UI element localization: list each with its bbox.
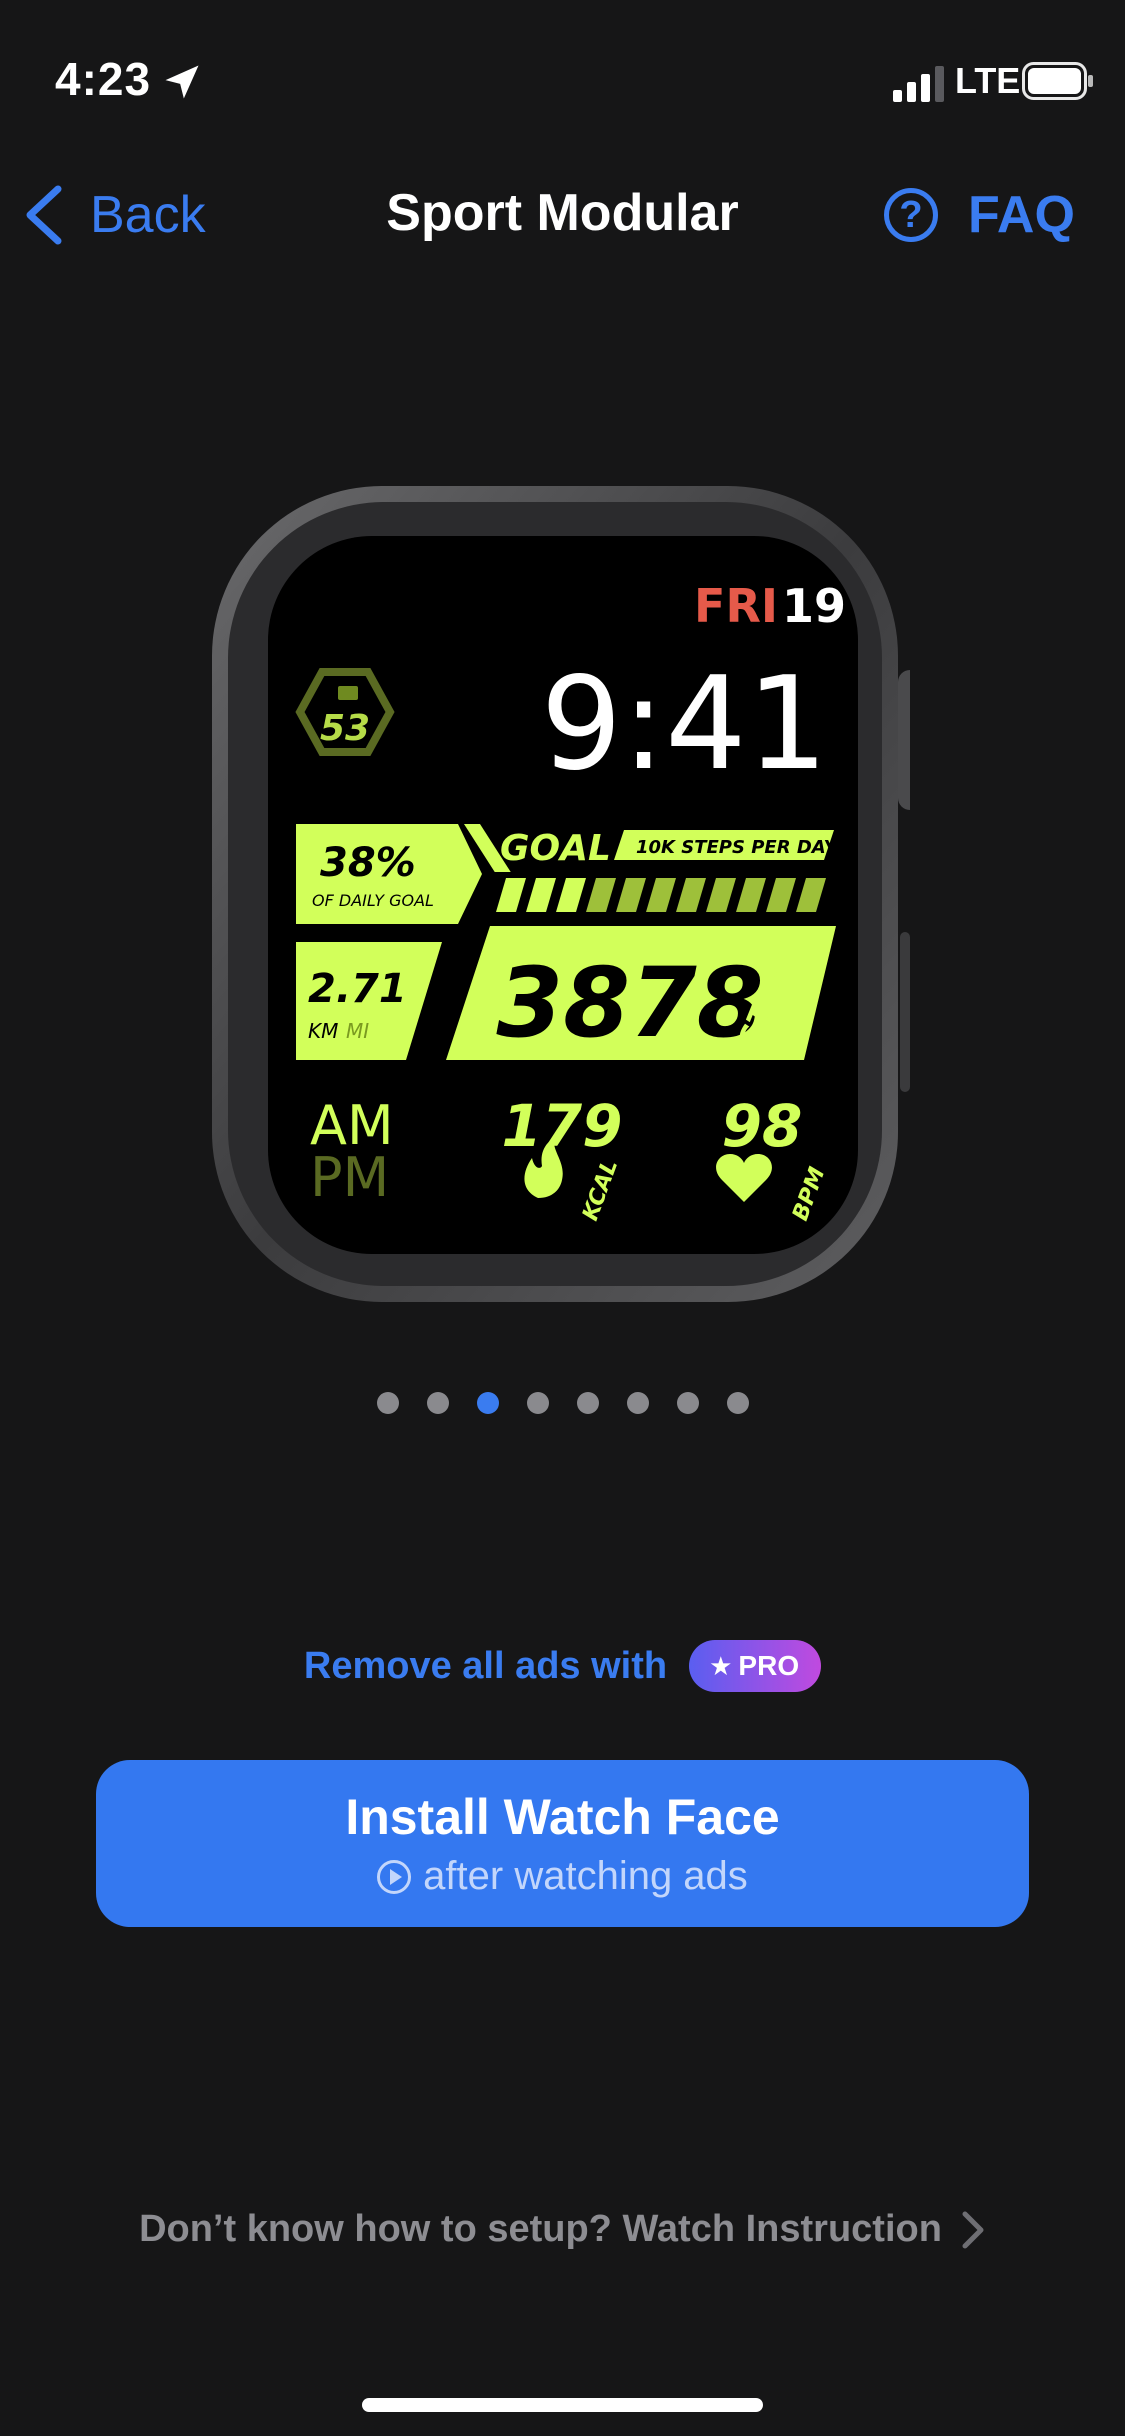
faq-label: FAQ — [968, 186, 1075, 244]
remove-ads-promo[interactable]: Remove all ads with ★ PRO — [0, 1640, 1125, 1692]
home-indicator[interactable] — [362, 2398, 763, 2412]
digital-crown — [898, 670, 910, 810]
page-dot[interactable] — [576, 1392, 599, 1414]
page-dot[interactable] — [726, 1392, 749, 1414]
install-title: Install Watch Face — [345, 1789, 780, 1845]
watch-goal-target: 10K STEPS PER DAY — [636, 837, 839, 858]
watch-kcal: 179 — [501, 1092, 622, 1160]
location-arrow-icon — [165, 65, 199, 99]
watch-face-preview[interactable]: FRI 19 9:41 53 38% OF DAILY GOAL 2.71 KM… — [210, 482, 910, 1306]
watch-battery-value: 53 — [320, 708, 370, 749]
watch-daily-percent: 38% — [320, 840, 416, 886]
pro-badge[interactable]: ★ PRO — [689, 1640, 822, 1692]
goal-progress-bar — [496, 878, 826, 912]
page-dot[interactable] — [676, 1392, 699, 1414]
network-type: LTE — [955, 60, 1021, 101]
question-circle-icon: ? — [884, 188, 938, 242]
instruction-text: Don’t know how to setup? Watch Instructi… — [139, 2208, 942, 2250]
pro-badge-label: PRO — [738, 1650, 800, 1681]
page-dot[interactable] — [426, 1392, 449, 1414]
watch-pm: PM — [310, 1146, 389, 1209]
install-subtitle: after watching ads — [377, 1854, 748, 1899]
page-dot[interactable] — [476, 1392, 499, 1414]
watch-day: FRI — [694, 579, 778, 633]
watch-instruction-link[interactable]: Don’t know how to setup? Watch Instructi… — [0, 2208, 1125, 2251]
watch-date: 19 — [782, 579, 846, 633]
promo-text: Remove all ads with — [303, 1644, 668, 1687]
watch-daily-label: OF DAILY GOAL — [312, 891, 434, 910]
watch-steps: 3878 — [496, 947, 763, 1059]
install-watch-face-button[interactable]: Install Watch Face after watching ads — [96, 1760, 1029, 1927]
install-subtitle-text: after watching ads — [423, 1854, 748, 1898]
cellular-signal-icon — [893, 66, 944, 102]
page-dot[interactable] — [626, 1392, 649, 1414]
page-dot[interactable] — [376, 1392, 399, 1414]
watch-bpm: 98 — [722, 1092, 803, 1160]
chevron-right-icon — [962, 2211, 984, 2248]
page-dot[interactable] — [526, 1392, 549, 1414]
watch-unit-km: KM — [308, 1019, 338, 1043]
status-time: 4:23 — [55, 53, 152, 105]
page-indicator[interactable] — [0, 1392, 1125, 1414]
star-icon: ★ — [709, 1650, 733, 1681]
watch-time: 9:41 — [541, 650, 828, 799]
watch-unit-mi: MI — [346, 1019, 369, 1043]
watch-distance: 2.71 — [308, 966, 407, 1012]
battery-icon — [1022, 62, 1093, 100]
faq-button[interactable]: ? FAQ — [884, 180, 1075, 250]
play-circle-icon — [377, 1859, 412, 1894]
watch-goal-label: GOAL — [500, 828, 611, 869]
